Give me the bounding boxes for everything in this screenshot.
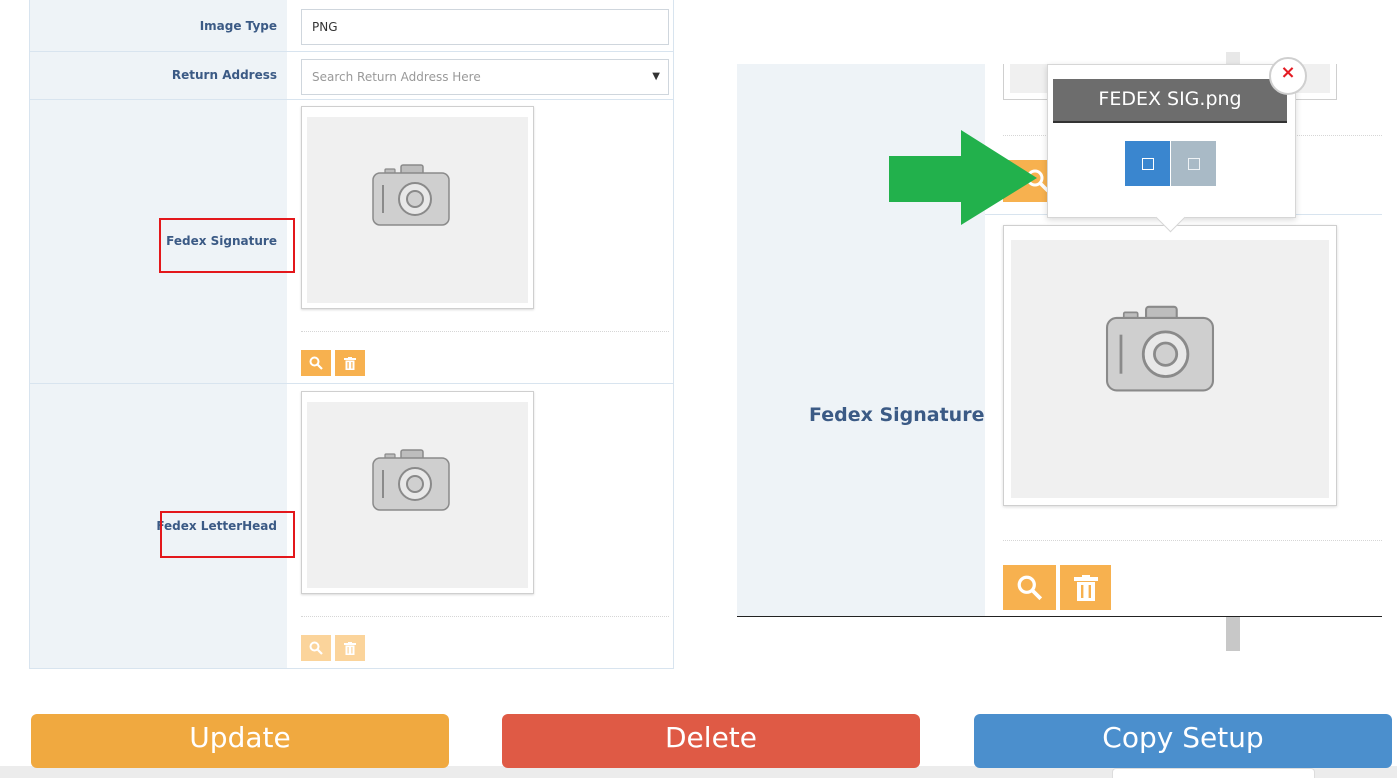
zoom-signature-image[interactable]	[1003, 225, 1337, 506]
dotted-divider	[301, 331, 669, 332]
fedex-signature-image[interactable]	[301, 106, 534, 309]
image-popover: FEDEX SIG.png ×	[1047, 57, 1307, 233]
delete-signature-button[interactable]	[335, 350, 365, 376]
camera-icon	[372, 164, 450, 226]
bottom-tab	[1112, 768, 1315, 778]
delete-letterhead-button[interactable]	[335, 635, 365, 661]
scrollbar-top	[1226, 52, 1240, 64]
image-type-label: Image Type	[199, 19, 277, 33]
camera-icon	[372, 449, 450, 511]
dotted-divider	[301, 616, 669, 617]
delete-button[interactable]: Delete	[502, 714, 920, 768]
label-column	[30, 0, 287, 668]
return-address-select[interactable]: Search Return Address Here ▼	[301, 59, 669, 95]
return-address-placeholder: Search Return Address Here	[312, 70, 481, 84]
dropdown-caret-icon[interactable]: ▼	[652, 60, 660, 94]
row-divider	[30, 383, 673, 384]
setup-form: Image Type PNG Return Address Search Ret…	[29, 0, 674, 669]
trash-icon	[1073, 574, 1098, 601]
return-address-label: Return Address	[171, 68, 277, 82]
trash-icon	[344, 641, 356, 655]
dotted-divider	[1003, 540, 1382, 541]
search-icon	[309, 641, 323, 655]
zoom-fedex-signature-label: Fedex Signature	[809, 404, 985, 426]
green-arrow-icon	[889, 130, 1037, 225]
view-letterhead-button[interactable]	[301, 635, 331, 661]
square-icon	[1141, 157, 1154, 170]
popover-option-secondary[interactable]	[1171, 141, 1216, 186]
row-divider	[30, 99, 673, 100]
popover-option-primary[interactable]	[1125, 141, 1170, 186]
highlight-box-letterhead	[160, 511, 295, 558]
trash-icon	[344, 356, 356, 370]
square-icon	[1187, 157, 1200, 170]
zoom-delete-button[interactable]	[1060, 565, 1111, 610]
image-type-input[interactable]: PNG	[301, 9, 669, 45]
copy-setup-button[interactable]: Copy Setup	[974, 714, 1392, 768]
scrollbar-thumb[interactable]	[1226, 617, 1240, 651]
popover-title: FEDEX SIG.png	[1053, 79, 1287, 123]
update-button[interactable]: Update	[31, 714, 449, 768]
fedex-letterhead-image[interactable]	[301, 391, 534, 594]
highlight-box-signature	[159, 218, 295, 273]
zoom-view-button[interactable]	[1003, 565, 1056, 610]
row-divider	[30, 51, 673, 52]
view-signature-button[interactable]	[301, 350, 331, 376]
search-icon	[309, 356, 323, 370]
close-icon[interactable]: ×	[1269, 57, 1307, 95]
search-icon	[1017, 575, 1042, 600]
camera-icon	[1105, 305, 1215, 392]
